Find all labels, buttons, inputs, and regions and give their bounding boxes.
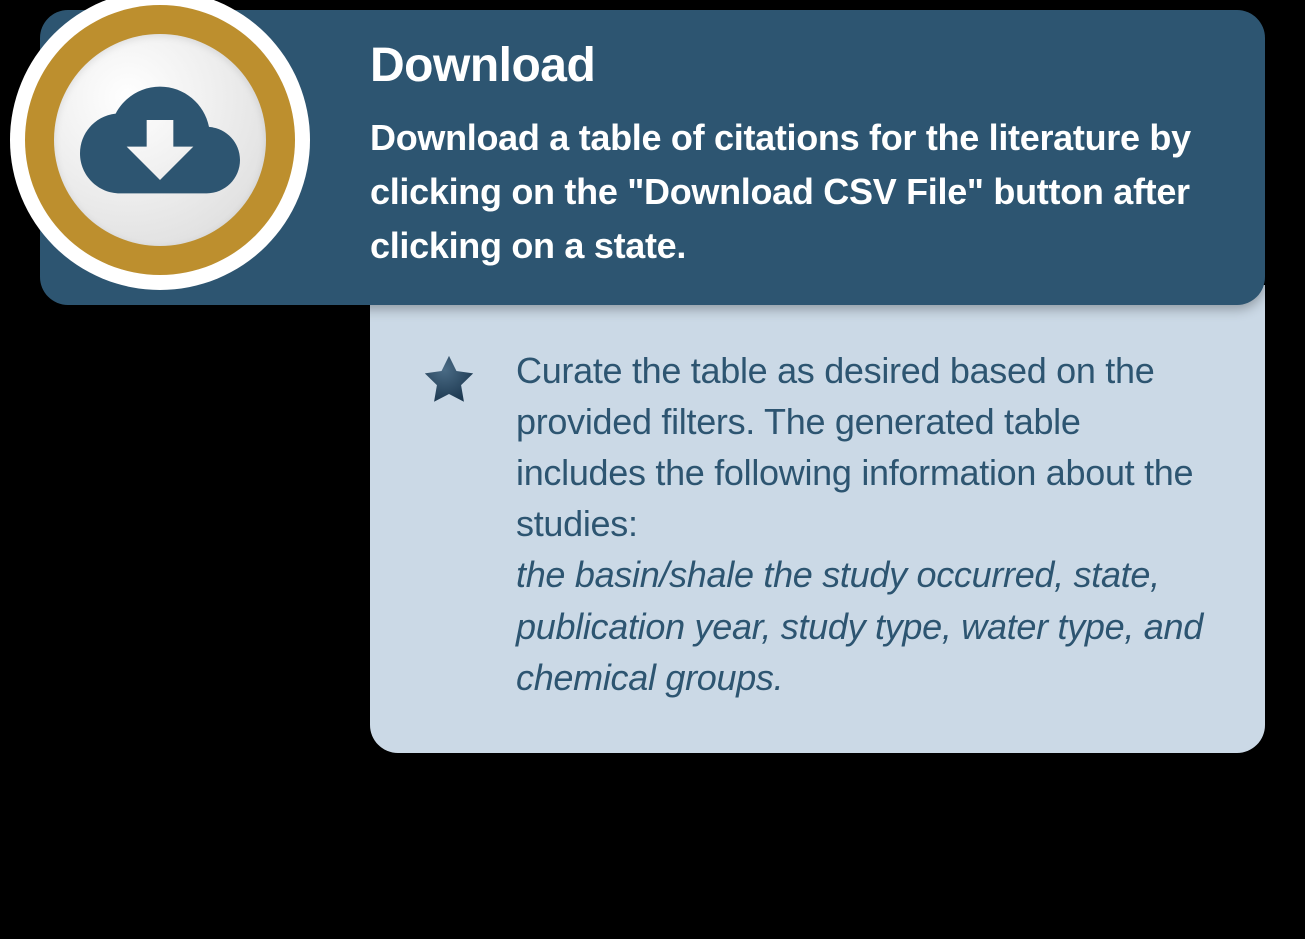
body-card: Curate the table as desired based on the…: [370, 285, 1265, 753]
header-card: Download Download a table of citations f…: [40, 10, 1265, 305]
cloud-download-icon: [80, 60, 240, 220]
badge-outer-ring: [10, 0, 310, 290]
badge-inner-circle: [54, 34, 266, 246]
body-text-italic: the basin/shale the study occurred, stat…: [516, 554, 1203, 697]
body-text: Curate the table as desired based on the…: [516, 345, 1215, 703]
star-icon: [420, 351, 478, 409]
info-card-container: Download Download a table of citations f…: [40, 10, 1265, 753]
header-description: Download a table of citations for the li…: [370, 111, 1215, 273]
badge-gold-ring: [25, 5, 295, 275]
body-text-main: Curate the table as desired based on the…: [516, 350, 1193, 544]
download-icon-badge: [10, 0, 310, 290]
body-content: Curate the table as desired based on the…: [420, 345, 1215, 703]
header-title: Download: [370, 38, 1215, 93]
